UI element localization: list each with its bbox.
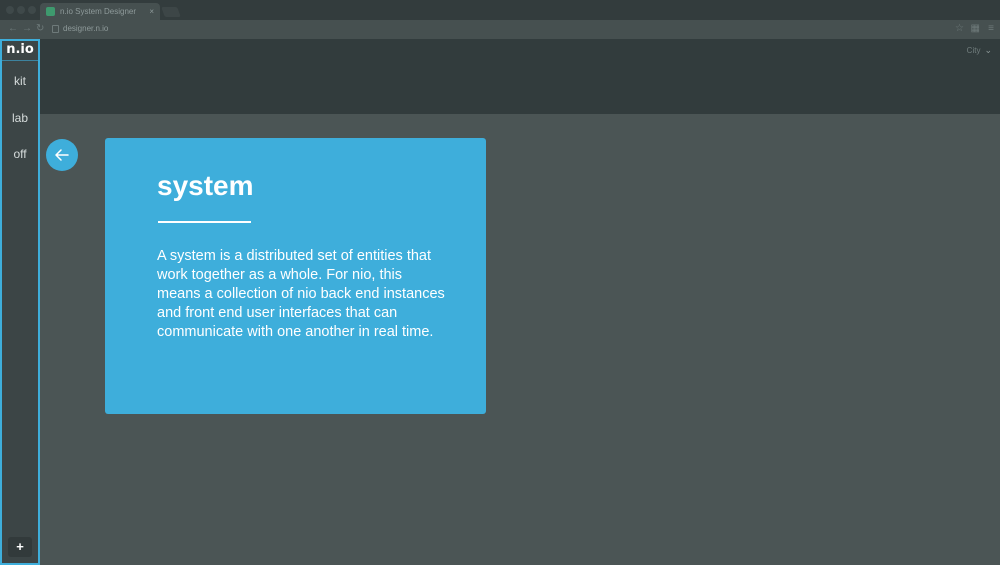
tab-close-icon[interactable]: ×: [149, 7, 154, 16]
sidebar-item-kit[interactable]: kit: [2, 74, 38, 88]
chevron-down-icon: ⌄: [984, 45, 992, 55]
address-bar: ← → ↻ designer.n.io ☆ ▦ ≡: [0, 20, 1000, 40]
new-tab-button[interactable]: [161, 7, 181, 17]
back-button[interactable]: [46, 139, 78, 171]
reload-icon[interactable]: ↻: [36, 23, 44, 34]
app-header: City ⌄: [40, 39, 1000, 114]
bookmark-star-icon[interactable]: ☆: [955, 23, 964, 34]
browser-tab[interactable]: n.io System Designer ×: [40, 3, 160, 20]
page-icon: [52, 25, 59, 33]
card-title-underline: [158, 221, 251, 223]
extension-icon[interactable]: ▦: [971, 23, 980, 34]
window-minimize-control[interactable]: [17, 6, 25, 14]
browser-menu-icon[interactable]: ≡: [988, 23, 994, 34]
favicon-icon: [46, 7, 55, 16]
url-input[interactable]: designer.n.io: [63, 24, 108, 33]
browser-tab-bar: n.io System Designer ×: [0, 0, 1000, 20]
forward-nav-icon[interactable]: →: [22, 23, 32, 34]
card-description: A system is a distributed set of entitie…: [157, 248, 445, 340]
brand-logo[interactable]: n.io: [2, 41, 38, 59]
app-sidebar: n.io kit lab off +: [0, 39, 40, 565]
card-title: system: [157, 170, 254, 201]
window-close-control[interactable]: [6, 6, 14, 14]
brand-divider: [2, 60, 38, 61]
back-nav-icon[interactable]: ←: [8, 23, 18, 34]
user-menu-label: City: [966, 46, 981, 55]
tab-title: n.io System Designer: [60, 7, 137, 16]
window-maximize-control[interactable]: [28, 6, 36, 14]
info-card: system A system is a distributed set of …: [105, 138, 486, 414]
add-button[interactable]: +: [8, 537, 32, 557]
sidebar-item-off[interactable]: off: [2, 147, 38, 161]
user-menu[interactable]: City ⌄: [967, 45, 992, 56]
arrow-left-icon: [55, 149, 69, 161]
sidebar-item-lab[interactable]: lab: [2, 111, 38, 125]
